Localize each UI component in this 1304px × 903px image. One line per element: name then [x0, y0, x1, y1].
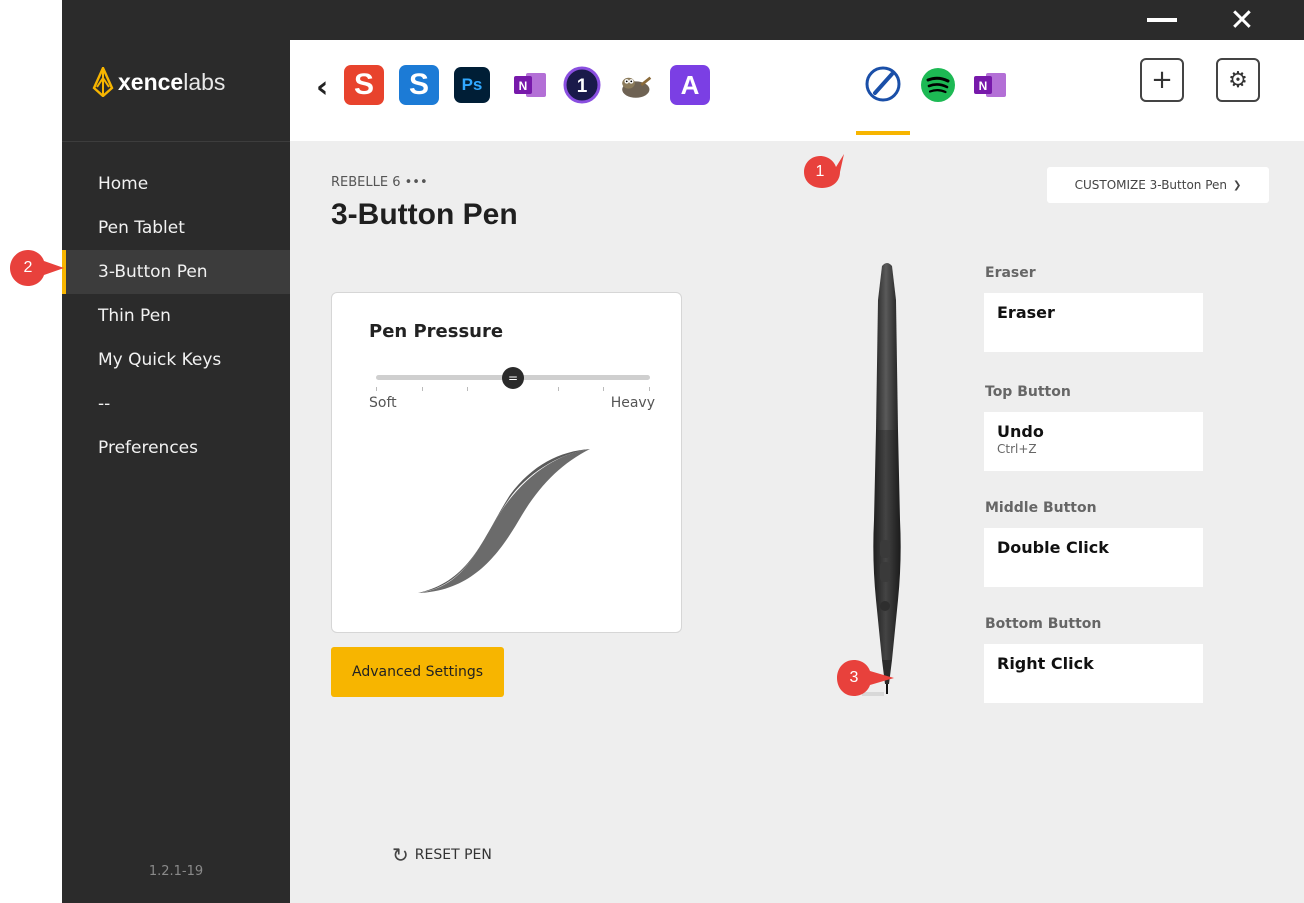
- top-button-shortcut: Ctrl+Z: [997, 442, 1037, 456]
- profile-label[interactable]: REBELLE 6 •••: [331, 175, 428, 190]
- add-app-button[interactable]: +: [1140, 58, 1184, 102]
- gimp-glyph: [622, 76, 652, 98]
- close-button[interactable]: ✕: [1212, 0, 1272, 40]
- annotation-number-1: 1: [815, 163, 825, 180]
- affinity-designer-icon[interactable]: A: [670, 65, 710, 105]
- sidebar-divider: [62, 141, 290, 142]
- customize-dropdown[interactable]: CUSTOMIZE 3-Button Pen ❯: [1047, 167, 1269, 203]
- selected-app-indicator: [856, 131, 910, 135]
- rebelle-icon[interactable]: [863, 64, 903, 104]
- sidebar-item-thin-pen[interactable]: Thin Pen: [62, 294, 290, 338]
- sidebar-item-3-button-pen[interactable]: 3-Button Pen: [62, 250, 290, 294]
- middle-button-assignment[interactable]: Double Click: [984, 528, 1203, 587]
- slider-tick: [467, 387, 468, 391]
- affinity-glyph: 1: [563, 66, 601, 104]
- minimize-button[interactable]: [1132, 0, 1192, 40]
- heavy-label: Heavy: [610, 395, 655, 411]
- version-label: 1.2.1-19: [148, 864, 204, 879]
- onenote-icon[interactable]: N: [510, 65, 550, 105]
- sidebar-item-my-quick-keys[interactable]: My Quick Keys: [62, 338, 290, 382]
- annotation-marker-3: 3: [834, 656, 894, 700]
- rebelle-glyph: [865, 66, 901, 102]
- slider-tick: [558, 387, 559, 391]
- onenote-icon-2[interactable]: N: [970, 65, 1010, 105]
- spotify-icon[interactable]: [918, 65, 958, 105]
- sidebar-item-home[interactable]: Home: [62, 162, 290, 206]
- app-bar: ‹ S S Ps N 1 A N + ⚙: [290, 40, 1304, 141]
- top-button-assignment[interactable]: Undo Ctrl+Z: [984, 412, 1203, 471]
- annotation-number-2: 2: [23, 259, 33, 276]
- pressure-slider-thumb[interactable]: =: [502, 367, 524, 389]
- photoshop-icon[interactable]: Ps: [454, 67, 490, 103]
- middle-button-value: Double Click: [997, 538, 1109, 557]
- sidebar-nav: Home Pen Tablet 3-Button Pen Thin Pen My…: [62, 162, 290, 470]
- slider-tick: [649, 387, 650, 391]
- middle-button-section-label: Middle Button: [985, 500, 1097, 516]
- gimp-icon[interactable]: [614, 65, 654, 105]
- annotation-marker-1: 1: [800, 150, 844, 194]
- reset-pen-label: RESET PEN: [414, 847, 492, 863]
- snagit-editor-icon[interactable]: S: [399, 65, 439, 105]
- page-title: 3-Button Pen: [331, 198, 518, 231]
- customize-label: CUSTOMIZE 3-Button Pen: [1074, 178, 1228, 192]
- eraser-section-label: Eraser: [985, 265, 1036, 281]
- spotify-glyph: [921, 68, 955, 102]
- pressure-curve: [418, 449, 590, 593]
- bottom-button-assignment[interactable]: Right Click: [984, 644, 1203, 703]
- bottom-button-section-label: Bottom Button: [985, 616, 1102, 632]
- top-button-section-label: Top Button: [985, 384, 1071, 400]
- snagit-icon[interactable]: S: [344, 65, 384, 105]
- affinity-icon[interactable]: 1: [562, 65, 602, 105]
- pen-image: [862, 263, 901, 696]
- chevron-left-icon[interactable]: ‹: [316, 70, 328, 105]
- logo-text-bold: xence: [118, 68, 184, 95]
- sidebar-item-separator[interactable]: --: [62, 382, 290, 426]
- onenote-glyph-2: N: [974, 73, 1006, 97]
- sidebar: xence labs Home Pen Tablet 3-Button Pen T…: [62, 40, 290, 903]
- annotation-number-3: 3: [849, 669, 859, 686]
- xencelabs-logo: xence labs: [92, 62, 225, 102]
- app-window: ✕ xence labs Home Pen Tablet 3-Button Pen…: [62, 0, 1304, 903]
- title-bar: ✕: [62, 0, 1304, 40]
- eraser-assignment[interactable]: Eraser: [984, 293, 1203, 352]
- minimize-icon: [1147, 18, 1177, 22]
- logo-text-light: labs: [183, 68, 226, 95]
- svg-text:N: N: [519, 79, 528, 93]
- sidebar-item-pen-tablet[interactable]: Pen Tablet: [62, 206, 290, 250]
- logo-icon: [92, 67, 114, 97]
- slider-tick: [422, 387, 423, 391]
- pen-pressure-card: Pen Pressure = Soft Heavy: [331, 292, 682, 633]
- top-button-value: Undo: [997, 422, 1044, 441]
- bottom-button-value: Right Click: [997, 654, 1094, 673]
- reset-icon: ↻: [392, 843, 409, 867]
- page: ✕ xence labs Home Pen Tablet 3-Button Pen…: [0, 0, 1304, 903]
- sidebar-item-preferences[interactable]: Preferences: [62, 426, 290, 470]
- slider-tick: [603, 387, 604, 391]
- annotation-marker-2: 2: [6, 246, 64, 290]
- eraser-value: Eraser: [997, 303, 1055, 322]
- close-icon: ✕: [1229, 2, 1255, 38]
- onenote-glyph: N: [514, 73, 546, 97]
- main-panel: REBELLE 6 ••• 3-Button Pen CUSTOMIZE 3-B…: [290, 141, 1304, 903]
- svg-text:1: 1: [577, 76, 588, 97]
- chevron-down-icon: ❯: [1233, 179, 1242, 191]
- soft-label: Soft: [369, 395, 397, 411]
- settings-button[interactable]: ⚙: [1216, 58, 1260, 102]
- svg-text:N: N: [979, 79, 988, 93]
- pen-pressure-title: Pen Pressure: [369, 321, 504, 342]
- advanced-settings-button[interactable]: Advanced Settings: [331, 647, 504, 697]
- gear-icon: ⚙: [1228, 67, 1248, 93]
- slider-tick: [376, 387, 377, 391]
- reset-pen-button[interactable]: ↻ RESET PEN: [392, 843, 492, 867]
